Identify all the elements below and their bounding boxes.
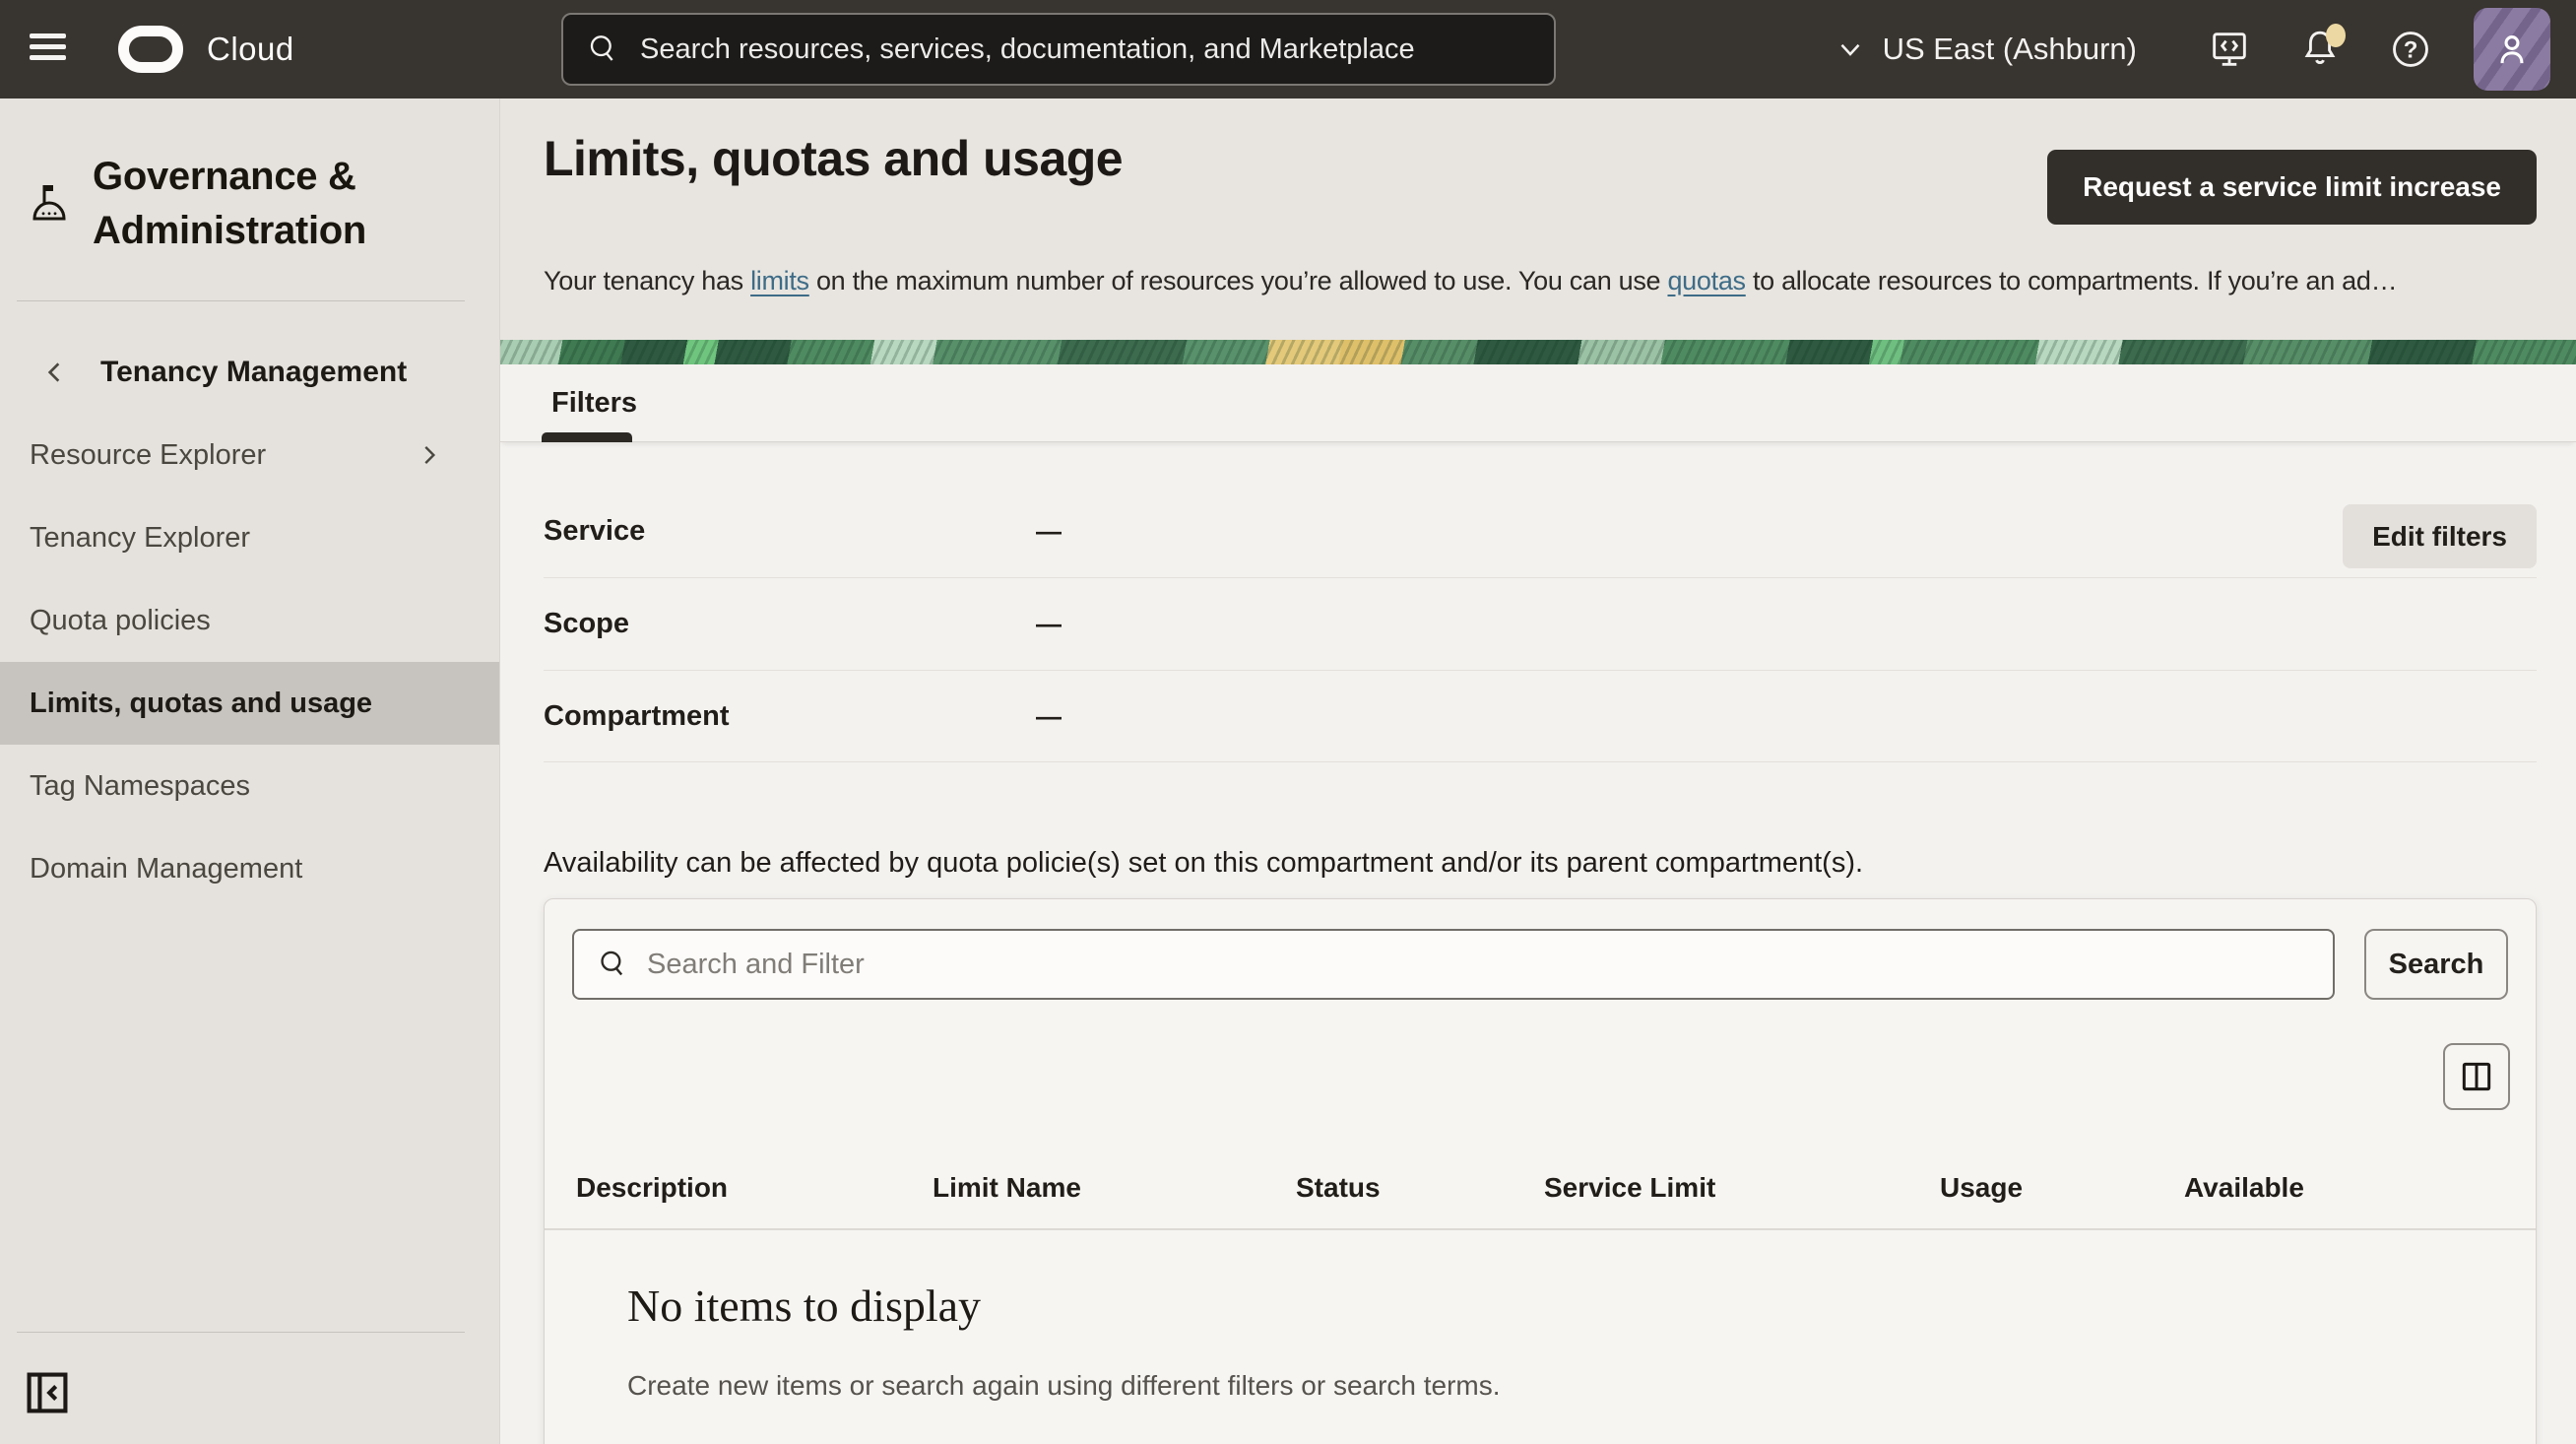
request-limit-increase-button[interactable]: Request a service limit increase	[2047, 150, 2537, 225]
sidebar-item-tenancy-explorer[interactable]: Tenancy Explorer	[0, 496, 499, 579]
chevron-right-icon	[415, 440, 444, 470]
filter-row-compartment: Compartment —	[544, 671, 2537, 762]
user-avatar[interactable]	[2474, 8, 2550, 91]
sidebar-nav: Resource Explorer Tenancy Explorer Quota…	[0, 414, 499, 910]
notification-badge	[2326, 24, 2346, 47]
region-selector[interactable]: US East (Ashburn)	[1834, 32, 2137, 67]
brand-label: Cloud	[207, 31, 294, 68]
user-icon	[2489, 27, 2535, 72]
sidebar-item-tag-namespaces[interactable]: Tag Namespaces	[0, 745, 499, 827]
filter-row-service: Service —	[544, 442, 2537, 578]
content-area: Filters Edit filters Service — Scope — C…	[500, 364, 2576, 1444]
governance-icon	[26, 177, 73, 229]
filter-label: Compartment	[544, 700, 1036, 733]
sidebar-divider	[17, 300, 465, 301]
page-description: Your tenancy has limits on the maximum n…	[544, 266, 2572, 296]
chevron-down-icon	[1834, 33, 1867, 66]
sidebar-item-limits-quotas-usage[interactable]: Limits, quotas and usage	[0, 662, 499, 745]
filter-label: Scope	[544, 608, 1036, 640]
region-label: US East (Ashburn)	[1883, 32, 2137, 67]
filter-value: —	[1036, 701, 1062, 732]
sidebar-header: Governance & Administration	[0, 150, 499, 258]
chevron-left-icon	[39, 357, 71, 388]
sidebar: Governance & Administration Tenancy Mana…	[0, 98, 500, 1444]
filter-value: —	[1036, 609, 1062, 639]
sidebar-section-title: Governance & Administration	[93, 150, 437, 258]
sidebar-item-quota-policies[interactable]: Quota policies	[0, 579, 499, 662]
tab-filters[interactable]: Filters	[542, 364, 637, 442]
empty-state-title: No items to display	[627, 1280, 981, 1332]
decorative-banner	[500, 340, 2576, 364]
sidebar-footer-divider	[17, 1332, 465, 1333]
main-content: Limits, quotas and usage Request a servi…	[500, 98, 2576, 1444]
hamburger-icon	[30, 33, 66, 38]
global-search-input[interactable]	[640, 33, 1534, 66]
active-tab-indicator	[542, 432, 632, 442]
parent-nav-label: Tenancy Management	[100, 356, 407, 389]
help-icon: ?	[2388, 27, 2433, 72]
column-header-service-limit[interactable]: Service Limit	[1544, 1172, 1940, 1204]
empty-state-message: Create new items or search again using d…	[627, 1370, 1501, 1402]
topbar-actions: US East (Ashburn)	[1834, 0, 2550, 98]
column-header-usage[interactable]: Usage	[1940, 1172, 2184, 1204]
page-title: Limits, quotas and usage	[544, 130, 1123, 187]
results-card: Search Description Limit Name Status Ser…	[544, 898, 2537, 1444]
limits-link[interactable]: limits	[750, 266, 809, 295]
tab-bar: Filters	[500, 364, 2576, 442]
tab-filters-label: Filters	[542, 387, 637, 420]
notifications-button[interactable]	[2292, 22, 2348, 77]
svg-text:?: ?	[2404, 36, 2418, 63]
sidebar-item-resource-explorer[interactable]: Resource Explorer	[0, 414, 499, 496]
search-icon	[594, 946, 631, 983]
search-button[interactable]: Search	[2364, 929, 2508, 1000]
oracle-logo-icon	[118, 26, 183, 73]
topbar: Cloud US East (Ashburn)	[0, 0, 2576, 98]
search-and-filter-input[interactable]	[647, 949, 2313, 981]
oci-console: Cloud US East (Ashburn)	[0, 0, 2576, 1444]
columns-icon	[2458, 1058, 2495, 1095]
page-header: Limits, quotas and usage Request a servi…	[500, 98, 2576, 340]
global-search[interactable]	[561, 13, 1556, 86]
collapse-sidebar-button[interactable]	[22, 1367, 73, 1418]
column-picker-button[interactable]	[2443, 1043, 2510, 1110]
collapse-sidebar-icon	[22, 1367, 73, 1418]
sidebar-back-tenancy-management[interactable]: Tenancy Management	[0, 338, 499, 407]
filter-label: Service	[544, 515, 1036, 548]
quotas-link[interactable]: quotas	[1667, 266, 1745, 295]
table-header-row: Description Limit Name Status Service Li…	[545, 1148, 2536, 1230]
console-icon	[2207, 27, 2252, 72]
help-button[interactable]: ?	[2383, 22, 2438, 77]
availability-note: Availability can be affected by quota po…	[544, 847, 1863, 880]
filter-row-scope: Scope —	[544, 578, 2537, 671]
column-header-available[interactable]: Available	[2184, 1172, 2536, 1204]
column-header-description[interactable]: Description	[576, 1172, 933, 1204]
search-and-filter-field[interactable]	[572, 929, 2335, 1000]
column-header-status[interactable]: Status	[1296, 1172, 1544, 1204]
filter-value: —	[1036, 516, 1062, 547]
console-button[interactable]	[2202, 22, 2257, 77]
search-icon	[583, 30, 622, 69]
sidebar-item-domain-management[interactable]: Domain Management	[0, 827, 499, 910]
hamburger-menu-button[interactable]	[30, 31, 69, 68]
column-header-limit-name[interactable]: Limit Name	[933, 1172, 1296, 1204]
brand[interactable]: Cloud	[118, 0, 294, 98]
